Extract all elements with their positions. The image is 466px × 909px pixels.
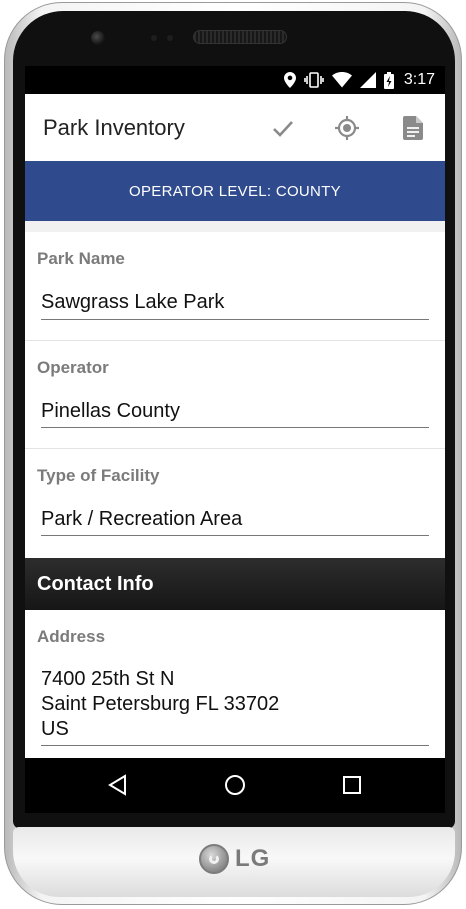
- navigation-bar: [25, 758, 445, 813]
- address-underline: [41, 745, 429, 746]
- facility-type-label: Type of Facility: [37, 466, 160, 485]
- light-sensor: [167, 35, 173, 41]
- check-icon[interactable]: [269, 114, 297, 142]
- operator-level-text: OPERATOR LEVEL: COUNTY: [129, 182, 341, 200]
- location-icon: [283, 72, 296, 88]
- brand-logo: LG: [199, 844, 270, 874]
- facility-type-input[interactable]: Park / Recreation Area: [41, 507, 242, 532]
- form-content: Park Name Sawgrass Lake Park Operator Pi…: [25, 232, 445, 813]
- park-name-field: Park Name Sawgrass Lake Park: [25, 232, 445, 341]
- contact-info-title: Contact Info: [37, 573, 154, 595]
- park-name-underline: [41, 319, 429, 320]
- wifi-icon: [331, 72, 352, 88]
- app-title: Park Inventory: [43, 115, 185, 140]
- front-camera: [91, 31, 105, 45]
- screen: 3:17 Park Inventory OPERATOR LEVEL: COUN…: [25, 66, 445, 813]
- back-icon[interactable]: [105, 772, 131, 798]
- lg-logo-icon: [199, 844, 229, 874]
- facility-type-underline: [41, 535, 429, 536]
- park-name-label: Park Name: [37, 249, 125, 268]
- address-field: Address 7400 25th St N Saint Petersburg …: [25, 610, 445, 758]
- recents-icon[interactable]: [339, 772, 365, 798]
- status-time: 3:17: [403, 71, 435, 88]
- operator-underline: [41, 427, 429, 428]
- operator-label: Operator: [37, 358, 109, 377]
- earpiece-speaker: [193, 30, 287, 44]
- contact-info-header: Contact Info: [25, 558, 445, 610]
- proximity-sensor: [151, 35, 157, 41]
- brand-text: LG: [235, 845, 271, 872]
- operator-field: Operator Pinellas County: [25, 341, 445, 449]
- address-input[interactable]: 7400 25th St N Saint Petersburg FL 33702…: [41, 667, 279, 742]
- home-icon[interactable]: [222, 772, 248, 798]
- status-bar: 3:17: [25, 66, 445, 94]
- gps-target-icon[interactable]: [333, 114, 361, 142]
- operator-input[interactable]: Pinellas County: [41, 399, 180, 424]
- vibrate-icon: [304, 72, 324, 88]
- operator-level-banner: OPERATOR LEVEL: COUNTY: [25, 161, 445, 221]
- app-bar: Park Inventory: [25, 94, 445, 161]
- park-name-input[interactable]: Sawgrass Lake Park: [41, 290, 224, 315]
- address-label: Address: [37, 627, 106, 646]
- battery-charging-icon: [383, 71, 394, 89]
- document-icon[interactable]: [399, 114, 427, 142]
- signal-icon: [359, 72, 376, 88]
- facility-type-field: Type of Facility Park / Recreation Area: [25, 449, 445, 559]
